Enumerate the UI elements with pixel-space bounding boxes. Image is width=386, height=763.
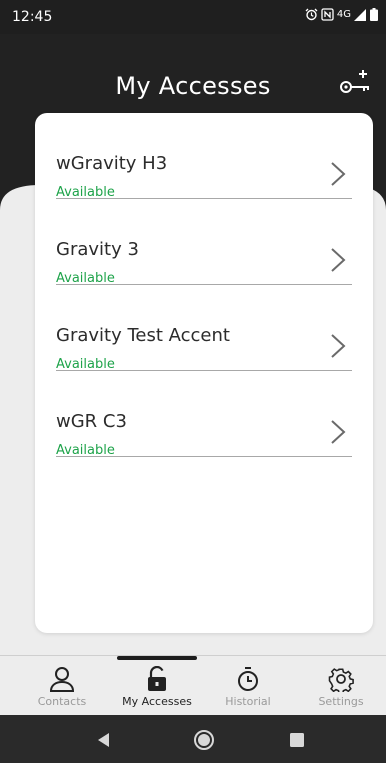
chevron-right-icon	[331, 248, 346, 272]
nav-label: Settings	[318, 695, 364, 708]
chevron-right-icon	[331, 420, 346, 444]
nav-label: Historial	[225, 695, 271, 708]
system-nav-bar	[0, 715, 386, 763]
nfc-icon	[321, 8, 334, 21]
back-icon[interactable]	[93, 729, 115, 751]
signal-icon	[354, 8, 366, 21]
status-time: 12:45	[12, 9, 53, 25]
gear-icon	[328, 668, 354, 692]
nav-historial[interactable]: Historial	[203, 666, 293, 708]
active-tab-indicator	[117, 656, 197, 660]
status-icons: 4G	[305, 8, 378, 21]
access-name: wGR C3	[56, 411, 127, 432]
access-status: Available	[56, 271, 115, 286]
network-type: 4G	[336, 9, 351, 20]
nav-settings[interactable]: Settings	[296, 666, 386, 708]
home-icon[interactable]	[193, 729, 215, 751]
padlock-open-icon	[148, 666, 166, 691]
access-status: Available	[56, 185, 115, 200]
recents-icon[interactable]	[286, 729, 308, 751]
page-title: My Accesses	[115, 72, 271, 100]
chevron-right-icon	[331, 334, 346, 358]
nav-label: Contacts	[37, 695, 87, 708]
access-list-card: wGravity H3 Available Gravity 3 Availabl…	[35, 113, 373, 633]
key-plus-icon	[340, 70, 369, 93]
nav-my-accesses[interactable]: My Accesses	[112, 666, 202, 708]
status-bar: 12:45 4G	[0, 0, 386, 34]
nav-label: My Accesses	[122, 695, 192, 708]
chevron-right-icon	[331, 162, 346, 186]
access-name: Gravity Test Accent	[56, 325, 230, 346]
add-key-button[interactable]	[338, 68, 372, 98]
access-item-wgr-c3[interactable]: wGR C3 Available	[56, 371, 352, 458]
nav-contacts[interactable]: Contacts	[17, 666, 107, 708]
battery-icon	[370, 8, 378, 21]
access-item-wgravity-h3[interactable]: wGravity H3 Available	[56, 113, 352, 200]
person-icon	[49, 667, 75, 692]
access-name: Gravity 3	[56, 239, 139, 260]
access-name: wGravity H3	[56, 153, 168, 174]
access-item-gravity-test-accent[interactable]: Gravity Test Accent Available	[56, 285, 352, 372]
access-item-gravity-3[interactable]: Gravity 3 Available	[56, 199, 352, 286]
alarm-icon	[305, 8, 318, 21]
access-status: Available	[56, 357, 115, 372]
access-status: Available	[56, 443, 115, 458]
bottom-nav: Contacts My Accesses Historial Settings	[0, 655, 386, 715]
stopwatch-icon	[238, 667, 258, 691]
